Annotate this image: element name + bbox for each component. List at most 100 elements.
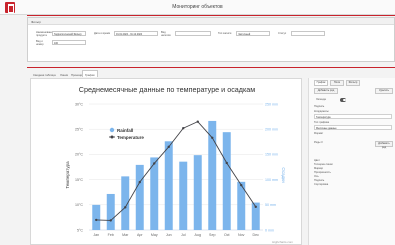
left-axis-label: Температура xyxy=(65,161,70,189)
rainfall-bar[interactable] xyxy=(222,132,231,230)
right-axis-label: Осадки xyxy=(281,167,286,183)
settings-tab-fields[interactable]: Поля xyxy=(330,80,344,86)
setting-line-width-label: Толщина линии xyxy=(314,163,333,166)
chart-settings-panel: График Поля Фильтр Добавить ряд Удалить … xyxy=(308,78,395,245)
x-axis-tick-label: Aug xyxy=(195,233,201,237)
temperature-point[interactable] xyxy=(240,183,243,187)
filter-header: Фильтр xyxy=(28,18,394,25)
filter-label-record-type: Тип записи xyxy=(218,32,232,35)
x-axis-tick-label: Jul xyxy=(181,233,186,237)
divider xyxy=(27,67,395,68)
rainfall-bar[interactable] xyxy=(179,161,188,230)
combo-chart: Среднемесячные данные по температуре и о… xyxy=(65,85,293,244)
legend-toggle[interactable] xyxy=(340,98,346,102)
temperature-point[interactable] xyxy=(196,120,199,123)
rainfall-bar[interactable] xyxy=(135,164,144,230)
x-axis-tick-label: Dec xyxy=(253,233,260,237)
chart-legend: Rainfall Temperature xyxy=(109,127,144,140)
filter-panel: Фильтр Наименование продукта Гидрологиче… xyxy=(27,17,395,62)
x-axis-tick-label: Apr xyxy=(137,233,143,237)
status-input[interactable] xyxy=(291,31,325,36)
tab-pivot[interactable]: Сводная таблица xyxy=(30,70,59,77)
temperature-point[interactable] xyxy=(167,145,170,149)
filter-label-product: Наименование продукта xyxy=(36,31,54,37)
app-window: Мониторинг объектов Фильтр Наименование … xyxy=(0,0,395,245)
chart-type-field[interactable]: Месячные данные xyxy=(314,125,392,130)
filter-label-number: Вид и номер xyxy=(36,40,44,46)
right-axis-tick-label: 50 mm xyxy=(265,203,276,207)
title-bar: Мониторинг объектов xyxy=(0,0,395,15)
temperature-point[interactable] xyxy=(211,136,214,139)
rainfall-bar[interactable] xyxy=(106,193,115,230)
x-axis-tick-label: Jan xyxy=(93,233,99,237)
temperature-point[interactable] xyxy=(109,219,112,222)
series-add-button[interactable]: Добавить ряд xyxy=(375,141,393,149)
x-axis-tick-label: Nov xyxy=(238,233,245,237)
temperature-point[interactable] xyxy=(95,218,98,222)
rainfall-bar[interactable] xyxy=(193,155,202,230)
chart-credits[interactable]: Highcharts.com xyxy=(272,240,293,244)
temperature-point[interactable] xyxy=(225,161,228,165)
record-type-select[interactable]: Частичный xyxy=(236,31,270,36)
window-title: Мониторинг объектов xyxy=(172,4,223,10)
setting-axis-label: Ось xyxy=(314,175,319,178)
x-axis-tick-label: Sep xyxy=(209,233,215,237)
filter-label-date: Дата и время xyxy=(94,32,111,35)
left-axis-tick-label: 30°C xyxy=(75,102,83,106)
setting-opacity-label: Прозрачность xyxy=(314,171,331,174)
legend-rainfall-label[interactable]: Rainfall xyxy=(117,128,133,133)
tab-bar: Сводная таблица Линия Проекция График xyxy=(27,70,367,77)
settings-tab-filter[interactable]: Фильтр xyxy=(346,80,360,86)
filter-label-status: Статус xyxy=(278,32,287,35)
left-axis-tick-label: 20°C xyxy=(75,153,83,157)
rainfall-bar[interactable] xyxy=(150,157,159,230)
date-range-input[interactable]: 01.01.2024 - 31.12.2024 xyxy=(114,31,158,36)
left-axis-tick-label: 5°C xyxy=(77,228,83,232)
temperature-point[interactable] xyxy=(138,180,141,184)
number-input[interactable]: 100 xyxy=(52,40,86,45)
settings-label-coordinates: Координаты xyxy=(314,110,329,113)
divider xyxy=(27,15,395,16)
temperature-point[interactable] xyxy=(124,206,127,209)
legend-rainfall-marker xyxy=(109,127,115,133)
rainfall-bar[interactable] xyxy=(164,141,173,230)
left-axis-tick-label: 15°C xyxy=(75,178,83,182)
temperature-point[interactable] xyxy=(254,205,257,209)
right-axis-tick-label: 100 mm xyxy=(265,178,278,182)
left-axis-tick-label: 25°C xyxy=(75,128,83,132)
tax-input[interactable] xyxy=(175,31,211,36)
settings-label-format: Формат xyxy=(314,132,324,135)
add-series-button[interactable]: Добавить ряд xyxy=(314,88,338,94)
legend-temperature-marker xyxy=(110,135,114,139)
x-axis-tick-label: Jun xyxy=(166,233,172,237)
chart-title: Среднемесячные данные по температуре и о… xyxy=(79,85,256,94)
x-axis-tick-label: May xyxy=(151,233,158,237)
setting-sort-label: Сортировка xyxy=(314,183,329,186)
chart-panel: Среднемесячные данные по температуре и о… xyxy=(30,78,302,245)
rainfall-bar[interactable] xyxy=(92,204,101,230)
settings-label-chart-type: Тип графика xyxy=(314,121,330,124)
setting-marker-label: Маркер xyxy=(314,167,324,170)
legend-temperature-label[interactable]: Temperature xyxy=(117,135,144,140)
series-name-field[interactable]: Температура xyxy=(314,114,392,119)
x-axis-tick-label: Oct xyxy=(224,233,230,237)
settings-label-caption: Подпись xyxy=(314,105,325,108)
series-section-label: Ряды 3 xyxy=(314,141,323,144)
left-axis-tick-label: 10°C xyxy=(75,203,83,207)
setting-color-label: Цвет xyxy=(314,159,320,162)
x-axis-tick-label: Feb xyxy=(108,233,114,237)
right-axis-tick-label: 150 mm xyxy=(265,153,278,157)
right-axis-tick-label: 250 mm xyxy=(265,102,278,106)
filter-label-tax: Вид налогов xyxy=(161,31,171,37)
settings-tab-chart[interactable]: График xyxy=(314,80,328,86)
setting-caption-label: Подпись xyxy=(314,179,325,182)
x-axis-tick-label: Mar xyxy=(122,233,129,237)
right-axis-tick-label: 0 mm xyxy=(265,228,274,232)
tab-chart[interactable]: График xyxy=(82,70,98,77)
product-input[interactable]: Гидрологический Фильтр xyxy=(52,31,86,36)
remove-button[interactable]: Удалить xyxy=(375,88,393,94)
temperature-point[interactable] xyxy=(182,126,185,130)
legend-toggle-label: Легенда xyxy=(316,98,326,101)
right-axis-tick-label: 200 mm xyxy=(265,128,278,132)
temperature-point[interactable] xyxy=(153,162,156,165)
